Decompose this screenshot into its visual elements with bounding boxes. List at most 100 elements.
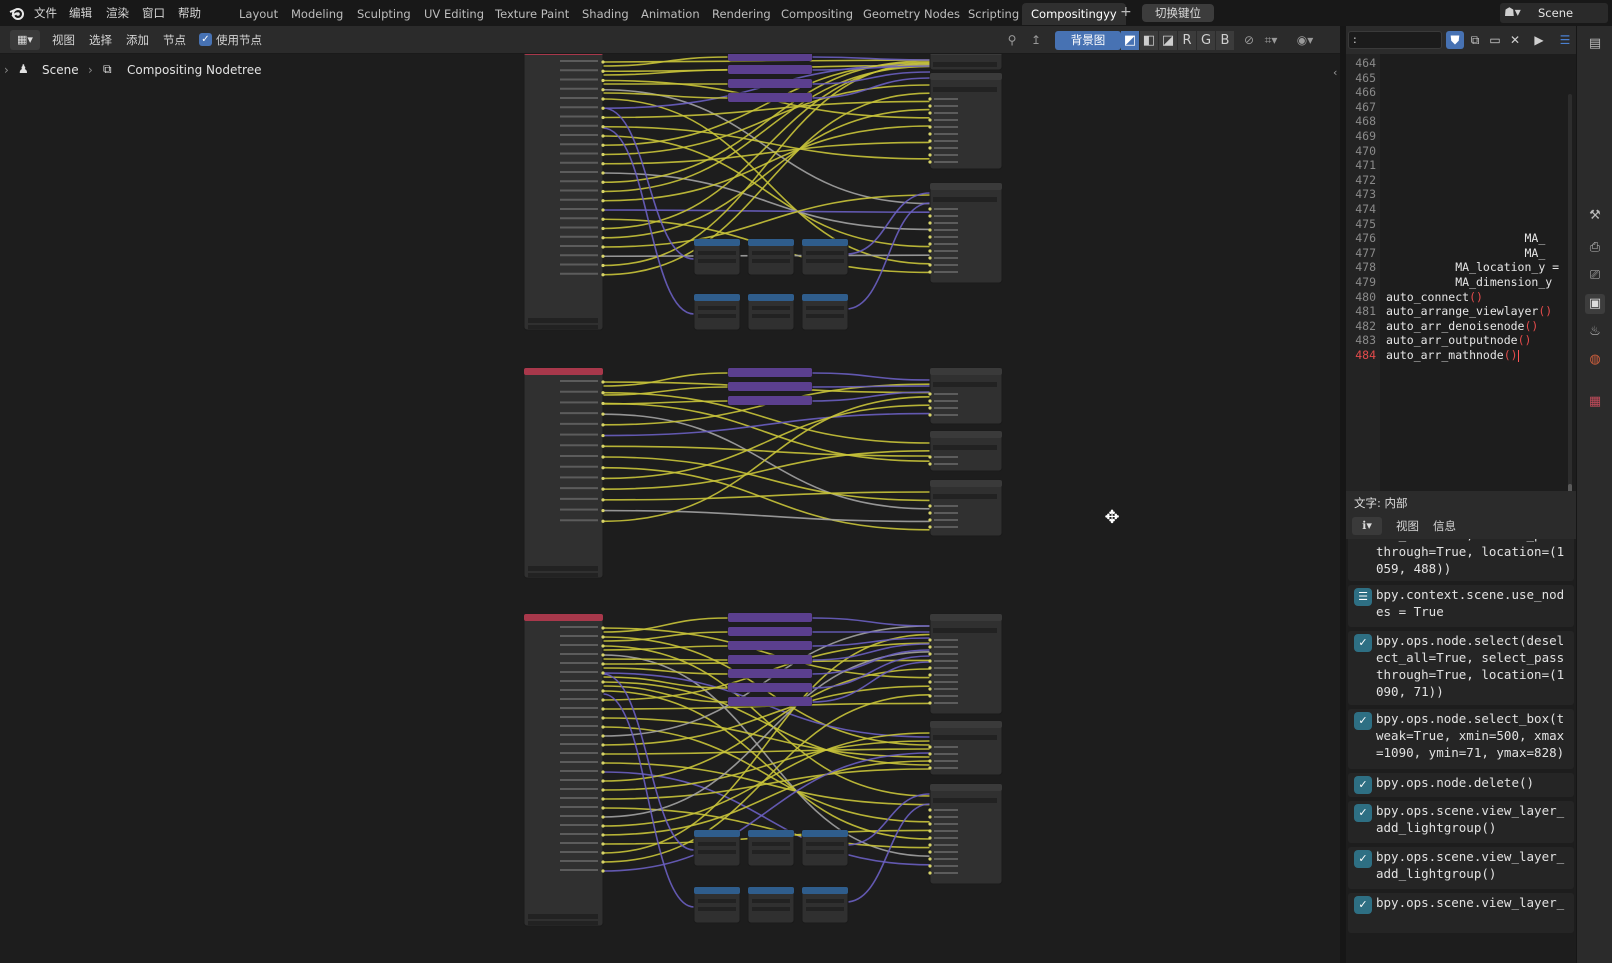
breadcrumb-scene[interactable]: Scene <box>42 63 79 77</box>
texture-icon[interactable]: ▦ <box>1585 392 1605 412</box>
menu-view[interactable]: 视图 <box>52 32 75 48</box>
file-output-node[interactable] <box>928 479 1003 537</box>
log-entry[interactable]: ☰ bpy.context.scene.use_nod es = True <box>1348 585 1574 627</box>
math-node[interactable] <box>693 293 741 331</box>
run-script-icon[interactable]: ▶ <box>1530 31 1548 49</box>
node-canvas[interactable]: ✥ <box>0 54 1340 963</box>
log-entry[interactable]: ✓ bpy.ops.node.delete() <box>1348 773 1574 797</box>
view-layer-icon[interactable]: ▣ <box>1585 294 1605 314</box>
file-output-node[interactable] <box>928 72 1003 170</box>
world-icon[interactable]: ◍ <box>1585 350 1605 370</box>
file-output-node[interactable] <box>929 54 1003 71</box>
snap-icon[interactable]: ⊘ <box>1240 31 1258 49</box>
tab-sculpting[interactable]: Sculpting <box>355 3 413 25</box>
math-node[interactable] <box>693 886 741 924</box>
breadcrumb-nodetree[interactable]: Compositing Nodetree <box>127 63 262 77</box>
backdrop-icon[interactable]: ◩ <box>1121 31 1139 50</box>
info-menu-view[interactable]: 视图 <box>1396 518 1419 534</box>
mix-node[interactable] <box>727 612 813 623</box>
toggle-sidebar-icon[interactable]: ☰ <box>1556 31 1574 49</box>
mix-node[interactable] <box>727 696 813 707</box>
channel-b[interactable]: B <box>1216 31 1234 50</box>
tab-layout[interactable]: Layout <box>237 3 280 25</box>
log-entry[interactable]: ✓ bpy.ops.node.select(desel ect_all=True,… <box>1348 631 1574 705</box>
backdrop-color-icon[interactable]: ◪ <box>1159 31 1177 50</box>
render-layers-node[interactable] <box>523 367 605 579</box>
add-workspace-button[interactable]: + <box>1120 4 1132 20</box>
render-icon[interactable]: ⎙ <box>1585 238 1605 258</box>
editor-type-icon[interactable]: ▦▾ <box>10 30 40 50</box>
grid-snap-icon[interactable]: ⌗▾ <box>1262 31 1280 49</box>
info-menu-info[interactable]: 信息 <box>1433 518 1456 534</box>
math-node[interactable] <box>801 886 849 924</box>
scrollbar-thumb[interactable] <box>1568 484 1572 491</box>
math-node[interactable] <box>801 293 849 331</box>
mix-node[interactable] <box>727 682 813 693</box>
open-icon[interactable]: ▭ <box>1486 31 1504 49</box>
math-node[interactable] <box>747 293 795 331</box>
file-output-node[interactable] <box>928 783 1003 885</box>
menu-window[interactable]: 窗口 <box>142 5 165 21</box>
tab-geometry-nodes[interactable]: Geometry Nodes <box>861 3 962 25</box>
mix-node[interactable] <box>727 626 813 637</box>
scene-props-icon[interactable]: ♨ <box>1585 322 1605 342</box>
mix-node[interactable] <box>727 668 813 679</box>
log-entry[interactable]: ✓ bpy.ops.scene.view_layer_ <box>1348 893 1574 933</box>
log-entry[interactable]: ✓ bpy.ops.scene.view_layer_ add_lightgrou… <box>1348 847 1574 889</box>
mix-node[interactable] <box>727 367 813 378</box>
file-output-node[interactable] <box>928 182 1003 284</box>
info-log[interactable]: ✓ ect_all=True, select_pass through=True,… <box>1346 539 1576 963</box>
math-node[interactable] <box>747 886 795 924</box>
file-output-node[interactable] <box>928 613 1003 715</box>
overlay-icon[interactable]: ◉▾ <box>1296 31 1314 49</box>
tool-icon[interactable]: ▤ <box>1585 34 1605 54</box>
output-icon[interactable]: ⎚ <box>1585 266 1605 286</box>
menu-add[interactable]: 添加 <box>126 32 149 48</box>
scene-selector[interactable]: ☗▾ Scene <box>1500 3 1608 23</box>
file-output-node[interactable] <box>928 430 1003 472</box>
tab-shading[interactable]: Shading <box>580 3 631 25</box>
backdrop-button[interactable]: 背景图 <box>1055 31 1121 50</box>
render-layers-node[interactable] <box>523 54 605 331</box>
tab-rendering[interactable]: Rendering <box>710 3 773 25</box>
menu-render[interactable]: 渲染 <box>106 5 129 21</box>
backdrop-alpha-icon[interactable]: ◧ <box>1140 31 1158 50</box>
math-node[interactable] <box>747 238 795 276</box>
mix-node[interactable] <box>727 78 813 89</box>
parent-node-icon[interactable]: ↥ <box>1027 31 1045 49</box>
pin-icon[interactable]: ⚲ <box>1003 31 1021 49</box>
collapse-sidebar-icon[interactable]: ‹ <box>1333 66 1337 79</box>
tool-settings-icon[interactable]: ⚒ <box>1585 206 1605 226</box>
tab-compositingyy[interactable]: Compositingyy <box>1022 3 1126 25</box>
info-type-icon[interactable]: ℹ▾ <box>1352 517 1382 535</box>
menu-select[interactable]: 选择 <box>89 32 112 48</box>
tab-compositing[interactable]: Compositing <box>779 3 855 25</box>
mix-node[interactable] <box>727 640 813 651</box>
tab-animation[interactable]: Animation <box>639 3 702 25</box>
close-icon[interactable]: ✕ <box>1506 31 1524 49</box>
mix-node[interactable] <box>727 395 813 406</box>
file-output-node[interactable] <box>928 720 1003 776</box>
menu-file[interactable]: 文件 <box>34 5 57 21</box>
tab-scripting[interactable]: Scripting <box>966 3 1021 25</box>
switch-keymap-button[interactable]: 切换键位 <box>1142 4 1214 22</box>
channel-r[interactable]: R <box>1178 31 1196 50</box>
mix-node[interactable] <box>727 381 813 392</box>
mix-node[interactable] <box>727 92 813 103</box>
new-text-icon[interactable]: ⧉ <box>1466 31 1484 49</box>
file-output-node[interactable] <box>928 367 1003 425</box>
text-scrollbar[interactable] <box>1568 94 1572 491</box>
math-node[interactable] <box>747 829 795 867</box>
math-node[interactable] <box>801 829 849 867</box>
tab-modeling[interactable]: Modeling <box>289 3 345 25</box>
tab-uv-editing[interactable]: UV Editing <box>422 3 486 25</box>
node-graph[interactable] <box>0 54 1340 963</box>
math-node[interactable] <box>693 829 741 867</box>
log-entry[interactable]: ✓ bpy.ops.scene.view_layer_ add_lightgrou… <box>1348 801 1574 843</box>
mix-node[interactable] <box>727 64 813 75</box>
channel-g[interactable]: G <box>1197 31 1215 50</box>
log-entry[interactable]: ✓ect_all=True, select_pass through=True,… <box>1348 539 1574 581</box>
fake-user-icon[interactable]: ⛊ <box>1446 31 1464 49</box>
text-name-field[interactable]: : <box>1348 31 1442 49</box>
math-node[interactable] <box>693 238 741 276</box>
